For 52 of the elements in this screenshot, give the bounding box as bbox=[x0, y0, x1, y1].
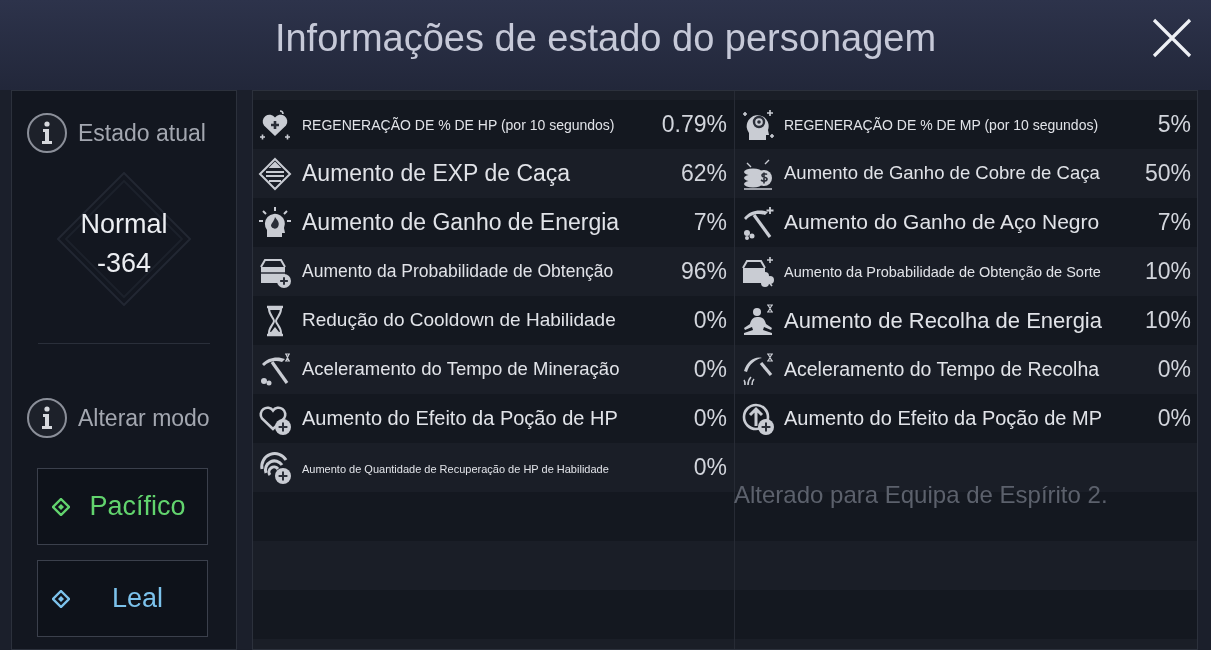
stat-label: REGENERAÇÃO DE % DE HP (por 10 segundos) bbox=[302, 116, 615, 134]
stat-label: Aumento de Quantidade de Recuperação de HP de Habilidade bbox=[302, 462, 609, 477]
stat-label: Aumento de EXP de Caça bbox=[302, 159, 571, 188]
swirl-plus-icon bbox=[258, 450, 292, 485]
meditation-figure-icon bbox=[741, 303, 775, 338]
stat-label: Aumento do Efeito da Poção de HP bbox=[302, 405, 618, 431]
head-flame-icon bbox=[258, 205, 292, 240]
window-title: Informações de estado do personagem bbox=[274, 15, 937, 61]
heart-plus-icon bbox=[258, 107, 292, 142]
sickle-icon bbox=[741, 352, 775, 387]
stat-label: Aumento de Ganho de Cobre de Caça bbox=[784, 161, 1100, 185]
toast-message: Alterado para Equipa de Espírito 2. bbox=[734, 480, 1108, 510]
stat-value: 0% bbox=[693, 355, 727, 385]
stat-label: Aumento da Probabilidade de Obtenção de Sorte bbox=[784, 262, 1101, 281]
stat-value: 7% bbox=[693, 208, 727, 238]
diamond-badge-icon bbox=[258, 156, 292, 191]
stat-value: 96% bbox=[680, 257, 727, 287]
stat-label: Aumento do Efeito da Poção de MP bbox=[784, 405, 1102, 431]
stat-label: REGENERAÇÃO DE % DE MP (por 10 segundos) bbox=[784, 116, 1099, 134]
pickaxe-icon bbox=[258, 352, 292, 387]
stat-value: 0% bbox=[1157, 404, 1191, 434]
stat-label: Redução do Cooldown de Habilidade bbox=[302, 308, 616, 332]
stat-value: 0% bbox=[693, 453, 727, 483]
stat-value: 0% bbox=[693, 306, 727, 336]
chest-clover-icon bbox=[741, 254, 775, 289]
stat-label: Aumento de Recolha de Energia bbox=[784, 306, 1102, 334]
section-title: Alterar modo bbox=[78, 403, 210, 433]
head-gear-icon bbox=[741, 107, 775, 142]
state-name: Normal bbox=[80, 208, 168, 241]
stat-value: 5% bbox=[1157, 110, 1191, 140]
stat-value: 0.79% bbox=[661, 110, 727, 140]
stat-value: 0% bbox=[693, 404, 727, 434]
stat-label: Aumento de Ganho de Energia bbox=[302, 208, 620, 237]
state-value: -364 bbox=[96, 247, 151, 280]
stat-label: Aumento da Probabilidade de Obtenção bbox=[302, 260, 614, 283]
stat-label: Aceleramento do Tempo de Mineração bbox=[302, 357, 620, 381]
stat-value: 50% bbox=[1144, 159, 1191, 189]
stat-value: 10% bbox=[1144, 306, 1191, 336]
stat-value: 7% bbox=[1157, 208, 1191, 238]
mode-button[interactable]: Leal bbox=[37, 560, 208, 637]
stat-value: 10% bbox=[1144, 257, 1191, 287]
info-icon[interactable] bbox=[27, 113, 67, 153]
arrow-circle-plus-icon bbox=[741, 401, 775, 436]
stat-label: Aumento do Ganho de Aço Negro bbox=[784, 209, 1100, 235]
close-icon bbox=[1152, 18, 1192, 58]
stat-value: 62% bbox=[680, 159, 727, 189]
info-icon[interactable] bbox=[27, 398, 67, 438]
pickaxe-icon bbox=[741, 205, 775, 240]
mode-button[interactable]: Pacífico bbox=[37, 468, 208, 545]
stat-label: Aceleramento do Tempo de Recolha bbox=[784, 356, 1100, 381]
section-title: Estado atual bbox=[78, 118, 206, 148]
stat-value: 0% bbox=[1157, 355, 1191, 385]
